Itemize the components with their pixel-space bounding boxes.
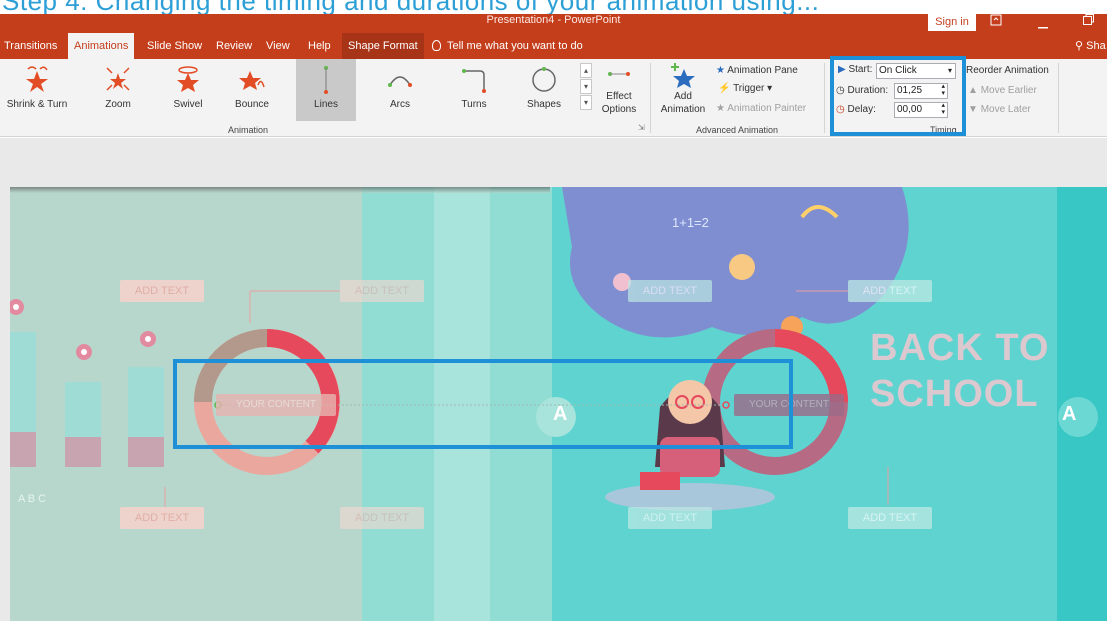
effect-options-label-2: Options — [601, 104, 637, 115]
sign-in-button[interactable]: Sign in — [928, 13, 976, 31]
animation-label: Arcs — [390, 99, 410, 110]
animation-turns[interactable]: Turns — [444, 59, 504, 121]
separator — [1058, 63, 1059, 133]
add-text-box[interactable]: ADD TEXT — [628, 507, 712, 529]
caption-strip: Step 4: Changing the timing and duration… — [0, 0, 1107, 14]
animation-label: Swivel — [173, 99, 203, 110]
add-text-box[interactable]: ADD TEXT — [848, 507, 932, 529]
triangle-up-icon: ▲ — [968, 85, 978, 96]
shrink-turn-icon — [26, 66, 48, 92]
zoom-icon — [106, 67, 130, 91]
add-text-box[interactable]: ADD TEXT — [340, 507, 424, 529]
tab-animations[interactable]: Animations — [68, 33, 135, 59]
animation-arcs[interactable]: Arcs — [370, 59, 430, 121]
shapes-icon — [532, 67, 556, 92]
add-animation-button[interactable]: Add Animation — [654, 59, 712, 121]
bounce-icon — [239, 71, 265, 90]
animation-swivel[interactable]: Swivel — [158, 59, 218, 121]
group-label-animation: Animation — [228, 125, 269, 135]
tell-me-search[interactable]: Tell me what you want to do — [432, 33, 583, 59]
ribbon: Shrink & Turn Zoom Swivel Bounce Lines A… — [0, 56, 1107, 137]
animation-lines[interactable]: Lines — [296, 59, 356, 121]
group-label-advanced-animation: Advanced Animation — [696, 125, 779, 135]
turns-icon — [462, 69, 486, 93]
share-label: Sha — [1086, 40, 1106, 52]
arcs-icon — [388, 76, 412, 87]
tab-review[interactable]: Review — [210, 33, 258, 59]
animation-label: Lines — [314, 99, 338, 110]
add-animation-star-icon — [671, 63, 695, 88]
triangle-down-icon: ▼ — [968, 104, 978, 115]
title-bar: Presentation4 - PowerPoint Sign in — [0, 13, 1107, 33]
tab-slide-show[interactable]: Slide Show — [141, 33, 208, 59]
gallery-scroll-up[interactable]: ▴ — [580, 63, 592, 78]
animation-shrink-turn[interactable]: Shrink & Turn — [4, 59, 70, 121]
effect-options-label-1: Effect — [606, 91, 632, 102]
painter-icon: ★ — [716, 103, 725, 114]
animation-label: Zoom — [105, 99, 131, 110]
animation-bounce[interactable]: Bounce — [222, 59, 282, 121]
tab-help[interactable]: Help — [302, 33, 337, 59]
add-animation-label-1: Add — [674, 91, 692, 102]
add-text-box[interactable]: ADD TEXT — [120, 280, 204, 302]
move-later-button[interactable]: ▼ Move Later — [968, 104, 1031, 115]
animation-label: Shapes — [527, 99, 561, 110]
add-animation-label-2: Animation — [660, 104, 706, 115]
animation-zoom[interactable]: Zoom — [88, 59, 148, 121]
effect-options-icon — [608, 72, 630, 76]
move-earlier-label: Move Earlier — [980, 85, 1037, 96]
animation-label: Shrink & Turn — [6, 99, 68, 110]
trigger-button[interactable]: ⚡ Trigger ▾ — [718, 83, 772, 94]
ribbon-display-icon[interactable] — [990, 14, 1002, 29]
animation-painter-label: Animation Painter — [727, 103, 807, 114]
caption-text: Step 4: Changing the timing and duration… — [2, 0, 819, 14]
swivel-icon — [177, 66, 199, 92]
tab-view[interactable]: View — [260, 33, 296, 59]
minimize-icon[interactable] — [1038, 18, 1048, 32]
motion-path-highlight-box — [173, 359, 793, 449]
animation-painter-button[interactable]: ★ Animation Painter — [716, 103, 806, 114]
animation-label: Turns — [461, 99, 487, 110]
animation-pane-button[interactable]: ★ Animation Pane — [716, 65, 798, 76]
add-text-box[interactable]: ADD TEXT — [340, 280, 424, 302]
lines-icon — [324, 66, 328, 94]
move-later-label: Move Later — [980, 104, 1031, 115]
tell-me-text: Tell me what you want to do — [447, 40, 583, 52]
add-text-box[interactable]: ADD TEXT — [120, 507, 204, 529]
add-text-box[interactable]: ADD TEXT — [848, 280, 932, 302]
animation-shapes[interactable]: Shapes — [514, 59, 574, 121]
gallery-scroll-down[interactable]: ▾ — [580, 79, 592, 94]
tab-transitions[interactable]: Transitions — [0, 33, 61, 59]
effect-options-button[interactable]: Effect Options — [594, 59, 644, 121]
separator — [824, 63, 825, 133]
separator — [650, 63, 651, 133]
timing-highlight-box — [830, 56, 966, 136]
dialog-launcher-icon[interactable]: ⇲ — [638, 123, 645, 132]
slide[interactable]: 1+1=2 A B C BACK TO SCHOOL A A ADD TEXT … — [10, 187, 1107, 621]
reorder-animation-heading: Reorder Animation — [966, 65, 1049, 76]
lightbulb-icon — [432, 40, 441, 51]
gallery-more[interactable]: ▾ — [580, 95, 592, 110]
person-icon: ⚲ — [1075, 40, 1084, 52]
tab-shape-format[interactable]: Shape Format — [342, 33, 424, 59]
animation-pane-icon: ★ — [716, 65, 725, 76]
move-earlier-button[interactable]: ▲ Move Earlier — [968, 85, 1037, 96]
animation-label: Bounce — [235, 99, 269, 110]
share-button[interactable]: ⚲ Sha — [1075, 33, 1106, 59]
trigger-label: Trigger — [733, 83, 765, 94]
restore-icon[interactable] — [1083, 14, 1094, 28]
animation-pane-label: Animation Pane — [727, 65, 798, 76]
add-text-box[interactable]: ADD TEXT — [628, 280, 712, 302]
slide-canvas: 1+1=2 A B C BACK TO SCHOOL A A ADD TEXT … — [0, 138, 1107, 621]
lightning-icon: ⚡ — [718, 83, 731, 94]
